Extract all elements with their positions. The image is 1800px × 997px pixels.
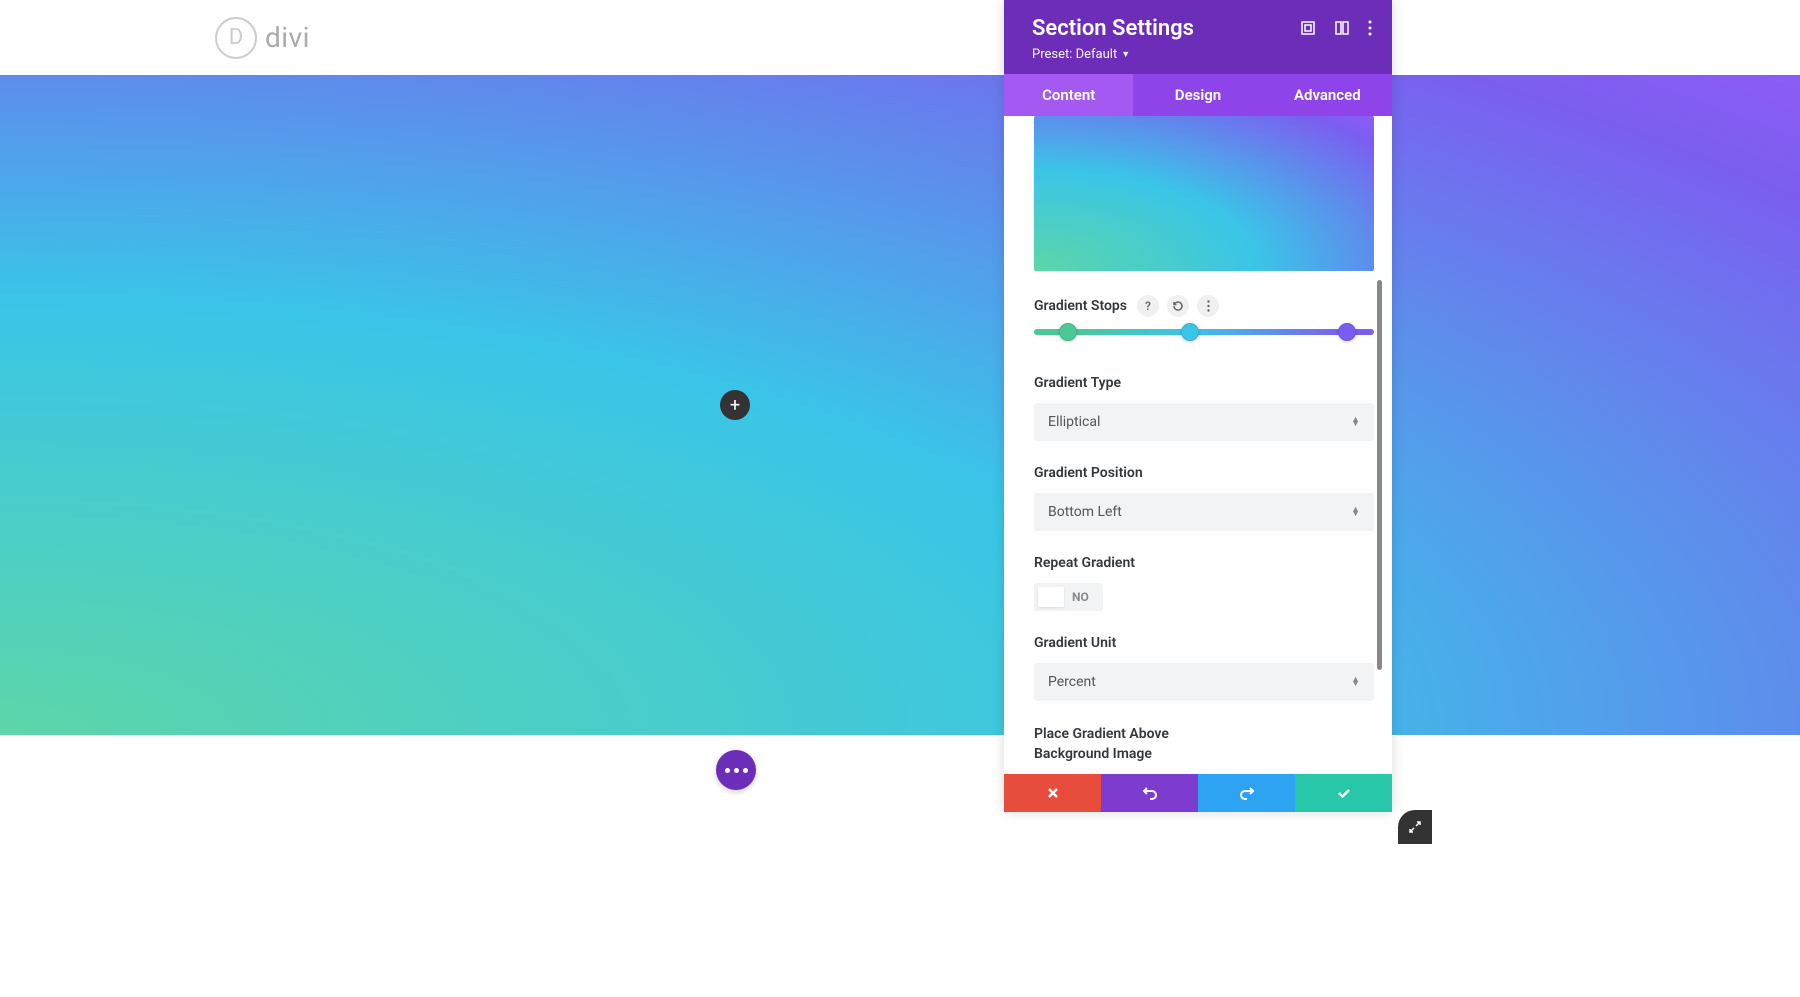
save-button[interactable]: [1295, 774, 1392, 812]
panel-body: Gradient Stops ? Gradient Type Elliptica…: [1004, 116, 1392, 774]
gradient-stops-label: Gradient Stops ?: [1034, 295, 1374, 317]
hover-view-icon[interactable]: [1334, 20, 1350, 36]
repeat-gradient-toggle[interactable]: NO: [1034, 583, 1103, 611]
gradient-stop-handle[interactable]: [1059, 323, 1077, 341]
divi-logo-text: divi: [265, 21, 310, 54]
panel-footer: [1004, 774, 1392, 812]
responsive-view-icon[interactable]: [1300, 20, 1316, 36]
panel-header: Section Settings Preset: Default ▼: [1004, 0, 1392, 74]
close-icon: [1046, 786, 1060, 800]
gradient-stop-handle[interactable]: [1338, 323, 1356, 341]
cancel-button[interactable]: [1004, 774, 1101, 812]
add-module-button[interactable]: +: [720, 390, 750, 420]
divi-logo-icon: D: [215, 17, 257, 59]
gradient-stop-handle[interactable]: [1181, 323, 1199, 341]
page-settings-fab[interactable]: [716, 750, 756, 790]
reset-icon[interactable]: [1167, 295, 1189, 317]
gradient-position-select[interactable]: Bottom Left ▲▼: [1034, 493, 1374, 531]
options-icon[interactable]: [1197, 295, 1219, 317]
undo-button[interactable]: [1101, 774, 1198, 812]
panel-title: Section Settings: [1032, 16, 1194, 41]
preset-dropdown[interactable]: Preset: Default ▼: [1032, 47, 1194, 62]
gradient-stops-slider[interactable]: [1034, 329, 1374, 335]
tab-content[interactable]: Content: [1004, 74, 1133, 116]
app-header: D divi: [0, 0, 1800, 75]
chevron-down-icon: ▼: [1121, 49, 1130, 60]
help-icon[interactable]: ?: [1137, 295, 1159, 317]
check-icon: [1336, 785, 1352, 801]
divi-logo: D divi: [215, 17, 310, 59]
tab-design[interactable]: Design: [1133, 74, 1262, 116]
select-arrows-icon: ▲▼: [1351, 678, 1360, 687]
section-canvas[interactable]: [0, 75, 1800, 735]
dots-icon: [725, 768, 730, 773]
repeat-gradient-label: Repeat Gradient: [1034, 555, 1374, 571]
gradient-position-label: Gradient Position: [1034, 465, 1374, 481]
gradient-unit-select[interactable]: Percent ▲▼: [1034, 663, 1374, 701]
select-arrows-icon: ▲▼: [1351, 418, 1360, 427]
expand-icon: [1408, 820, 1422, 834]
gradient-unit-label: Gradient Unit: [1034, 635, 1374, 651]
place-above-label: Place Gradient Above Background Image: [1034, 725, 1234, 764]
scrollbar-thumb[interactable]: [1377, 280, 1382, 670]
redo-button[interactable]: [1198, 774, 1295, 812]
tab-advanced[interactable]: Advanced: [1263, 74, 1392, 116]
panel-menu-icon[interactable]: [1368, 20, 1372, 36]
gradient-type-select[interactable]: Elliptical ▲▼: [1034, 403, 1374, 441]
section-settings-panel: Section Settings Preset: Default ▼ Conte…: [1004, 0, 1392, 812]
gradient-preview[interactable]: [1034, 116, 1374, 271]
plus-icon: +: [730, 395, 740, 416]
select-arrows-icon: ▲▼: [1351, 508, 1360, 517]
redo-icon: [1239, 785, 1255, 801]
panel-tabs: Content Design Advanced: [1004, 74, 1392, 116]
undo-icon: [1142, 785, 1158, 801]
gradient-type-label: Gradient Type: [1034, 375, 1374, 391]
expand-panel-handle[interactable]: [1398, 810, 1432, 844]
